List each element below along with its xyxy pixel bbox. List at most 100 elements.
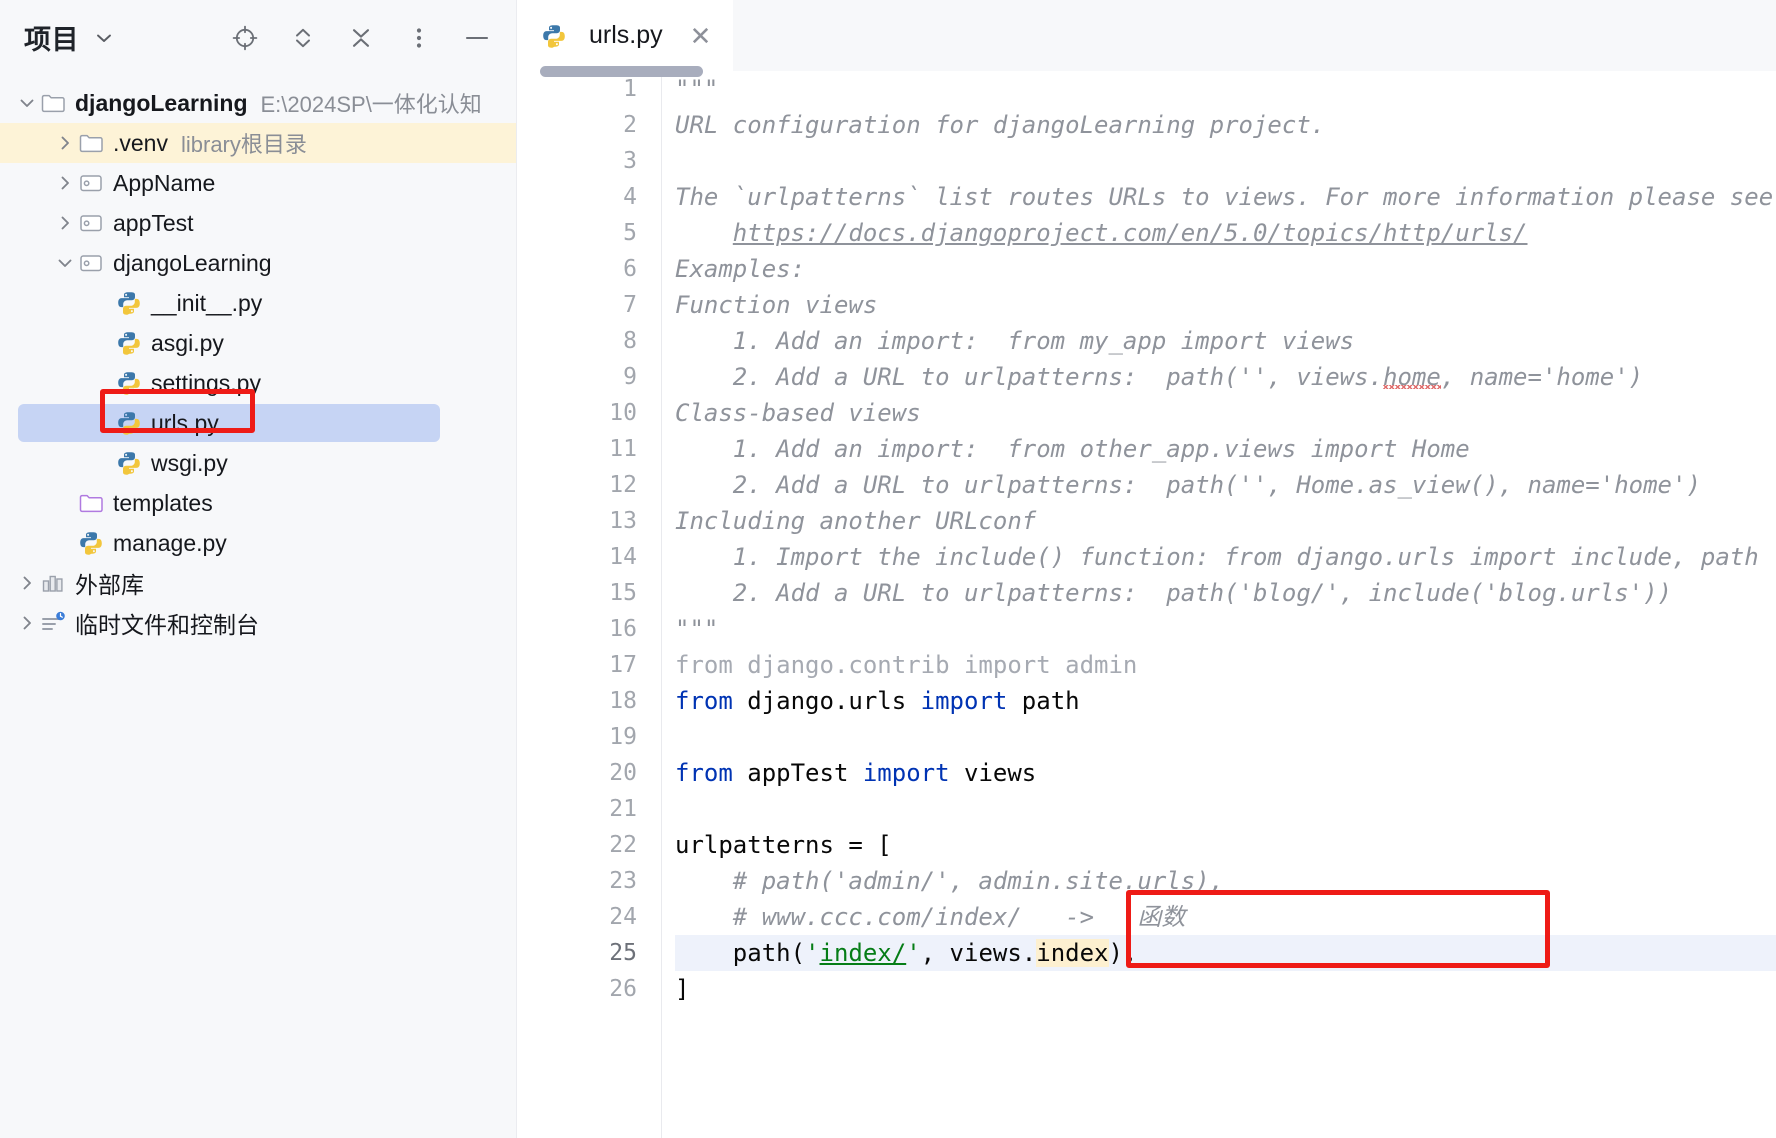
- code-line[interactable]: Examples:: [675, 251, 1776, 287]
- code-line[interactable]: path('index/', views.index),: [675, 935, 1776, 971]
- code-line[interactable]: [675, 143, 1776, 179]
- line-number: 6: [623, 256, 637, 282]
- code-line[interactable]: # path('admin/', admin.site.urls),: [675, 863, 1776, 899]
- line-number: 16: [609, 616, 637, 642]
- tree-item-urls.py[interactable]: urls.py: [0, 403, 516, 443]
- line-number-gutter[interactable]: 1 2 3 4 5 6 7 8 9 10 11 12 13 14 15 16 17 18 19 20 21 22 23 24 2…: [517, 71, 662, 1138]
- chevron-right-icon[interactable]: [14, 570, 40, 596]
- tree-item-.venv[interactable]: .venv library根目录: [0, 123, 516, 163]
- code-line[interactable]: 1. Add an import: from my_app import vie…: [675, 323, 1776, 359]
- code-editor[interactable]: 1 2 3 4 5 6 7 8 9 10 11 12 13 14 15 16 17 18 19 20 21 22 23 24 2…: [517, 71, 1776, 1138]
- tree-item-label: appTest: [113, 209, 194, 236]
- code-line[interactable]: The `urlpatterns` list routes URLs to vi…: [675, 179, 1776, 215]
- tree-item-apptest[interactable]: appTest: [0, 203, 516, 243]
- tree-item-__init__.py[interactable]: __init__.py: [0, 283, 516, 323]
- code-token: path(: [675, 939, 806, 967]
- tree-item-templates[interactable]: templates: [0, 483, 516, 523]
- tree-item-label: settings.py: [151, 369, 261, 396]
- python-file-icon: [116, 450, 142, 476]
- line-number: 4: [623, 184, 637, 210]
- python-file-icon: [116, 290, 142, 316]
- tabbar-empty-space: [733, 0, 1776, 71]
- code-line[interactable]: """: [675, 611, 1776, 647]
- chevron-right-icon[interactable]: [14, 610, 40, 636]
- tree-item-wsgi.py[interactable]: wsgi.py: [0, 443, 516, 483]
- code-token: # path('admin/', admin.site.urls),: [675, 867, 1225, 895]
- python-file-icon: [116, 410, 142, 436]
- code-line[interactable]: from appTest import views: [675, 755, 1776, 791]
- tree-item-settings.py[interactable]: settings.py: [0, 363, 516, 403]
- tree-item-label: asgi.py: [151, 329, 224, 356]
- code-token: """: [675, 75, 719, 103]
- line-number: 11: [609, 436, 637, 462]
- chevron-right-icon[interactable]: [52, 210, 78, 236]
- code-line[interactable]: from django.urls import path: [675, 683, 1776, 719]
- code-token: Class-based views: [675, 399, 921, 427]
- line-number: 15: [609, 580, 637, 606]
- folder-icon: [40, 90, 66, 116]
- select-opened-file-icon[interactable]: [228, 21, 262, 55]
- editor-tabbar: urls.py ✕: [517, 0, 1776, 71]
- tree-item-label: manage.py: [113, 529, 227, 556]
- code-line[interactable]: 2. Add a URL to urlpatterns: path('', Ho…: [675, 467, 1776, 503]
- chevron-down-icon[interactable]: [93, 27, 115, 49]
- code-token: import: [862, 759, 950, 787]
- code-line[interactable]: # www.ccc.com/index/ -> 函数: [675, 899, 1776, 935]
- code-line[interactable]: urlpatterns = [: [675, 827, 1776, 863]
- line-number: 18: [609, 688, 637, 714]
- tree-item-djangolearning[interactable]: djangoLearning: [0, 243, 516, 283]
- code-token: from django.contrib import admin: [675, 651, 1138, 679]
- chevron-down-icon[interactable]: [52, 250, 78, 276]
- code-line[interactable]: [675, 791, 1776, 827]
- tree-item-外部库[interactable]: 外部库: [0, 563, 516, 603]
- chevron-right-icon[interactable]: [52, 130, 78, 156]
- expand-all-icon[interactable]: [286, 21, 320, 55]
- code-content[interactable]: """ URL configuration for djangoLearning …: [662, 71, 1776, 1138]
- code-line[interactable]: ]: [675, 971, 1776, 1007]
- code-line[interactable]: URL configuration for djangoLearning pro…: [675, 107, 1776, 143]
- module-folder-icon: [78, 210, 104, 236]
- tree-item-label: djangoLearning: [113, 249, 272, 276]
- panel-toolbar: [228, 21, 498, 55]
- code-line[interactable]: Function views: [675, 287, 1776, 323]
- tree-item-appname[interactable]: AppName: [0, 163, 516, 203]
- line-number: 17: [609, 652, 637, 678]
- code-token: ]: [675, 975, 690, 1003]
- line-number: 25: [609, 940, 637, 966]
- hide-panel-icon[interactable]: [460, 21, 494, 55]
- code-token: views: [949, 759, 1037, 787]
- chevron-right-icon[interactable]: [52, 170, 78, 196]
- code-line[interactable]: 1. Import the include() function: from d…: [675, 539, 1776, 575]
- chevron-down-icon[interactable]: [14, 90, 40, 116]
- code-token: 1. Add an import: from other_app.views i…: [675, 435, 1470, 463]
- code-token: 1. Import the include() function: from d…: [675, 543, 1759, 571]
- tree-item-label: 临时文件和控制台: [75, 612, 259, 638]
- tree-item-manage.py[interactable]: manage.py: [0, 523, 516, 563]
- code-line[interactable]: 2. Add a URL to urlpatterns: path('blog/…: [675, 575, 1776, 611]
- selection-highlight: [18, 404, 440, 442]
- code-token: ': [805, 939, 820, 967]
- line-number: 23: [609, 868, 637, 894]
- python-file-icon: [116, 330, 142, 356]
- tree-item-label: templates: [113, 489, 213, 516]
- code-line[interactable]: from django.contrib import admin: [675, 647, 1776, 683]
- tree-item-临时文件和控制台[interactable]: 临时文件和控制台: [0, 603, 516, 643]
- code-line[interactable]: https://docs.djangoproject.com/en/5.0/to…: [675, 215, 1776, 251]
- code-line[interactable]: 1. Add an import: from other_app.views i…: [675, 431, 1776, 467]
- code-line[interactable]: 2. Add a URL to urlpatterns: path('', vi…: [675, 359, 1776, 395]
- code-token: urlpatterns = [: [675, 831, 892, 859]
- code-line[interactable]: [675, 719, 1776, 755]
- project-tree[interactable]: djangoLearning E:\2024SP\一体化认知 .venv librar…: [0, 75, 516, 643]
- code-token: 2. Add a URL to urlpatterns: path('', Ho…: [675, 471, 1701, 499]
- tree-item-asgi.py[interactable]: asgi.py: [0, 323, 516, 363]
- code-line[interactable]: Including another URLconf: [675, 503, 1776, 539]
- more-options-icon[interactable]: [402, 21, 436, 55]
- code-token: ': [906, 939, 921, 967]
- code-token: appTest: [732, 759, 863, 787]
- tab-urls-py[interactable]: urls.py ✕: [517, 0, 734, 71]
- code-line[interactable]: Class-based views: [675, 395, 1776, 431]
- code-line[interactable]: """: [675, 71, 1776, 107]
- close-icon[interactable]: ✕: [690, 23, 712, 49]
- collapse-all-icon[interactable]: [344, 21, 378, 55]
- tree-item-djangolearning[interactable]: djangoLearning E:\2024SP\一体化认知: [0, 83, 516, 123]
